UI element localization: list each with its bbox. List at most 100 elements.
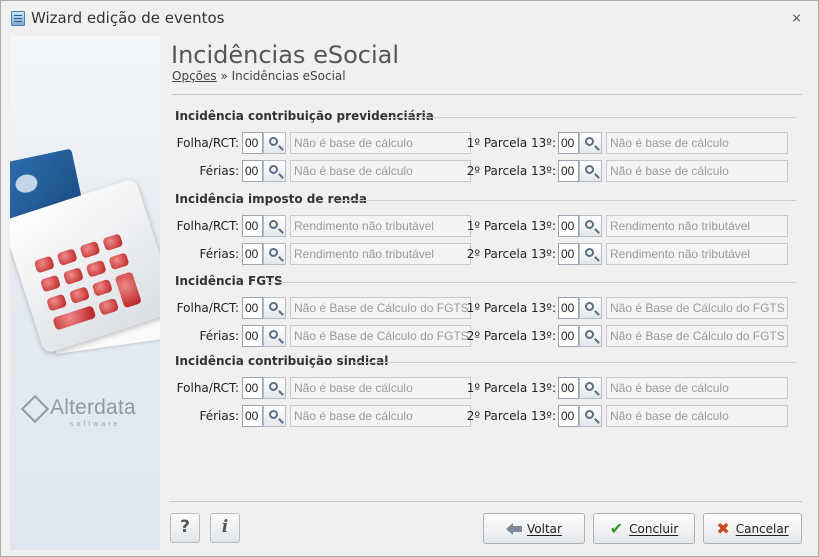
code-input[interactable]: 00 <box>558 297 579 319</box>
search-icon <box>269 410 278 419</box>
close-icon[interactable]: ⨯ <box>791 11 802 26</box>
search-button[interactable] <box>579 325 602 347</box>
search-icon <box>269 248 278 257</box>
alterdata-logo: Alterdata <box>22 396 136 420</box>
field-label: Férias: <box>199 329 239 343</box>
search-icon <box>269 165 278 174</box>
section-divider <box>336 200 796 201</box>
code-input[interactable]: 00 <box>242 377 263 399</box>
field-label: 2º Parcela 13º: <box>466 409 556 423</box>
alterdata-logo-icon <box>22 396 46 420</box>
info-icon: i <box>221 517 229 537</box>
section-title: Incidência contribuição sindical <box>175 354 389 368</box>
field-label: 2º Parcela 13º: <box>466 329 556 343</box>
field-label: Folha/RCT: <box>176 381 239 395</box>
description-field: Não é base de cálculo <box>290 377 471 399</box>
search-button[interactable] <box>263 405 286 427</box>
description-field: Rendimento não tributável <box>606 243 788 265</box>
description-field: Não é base de cálculo <box>606 132 788 154</box>
code-input[interactable]: 00 <box>242 297 263 319</box>
info-button[interactable]: i <box>210 513 240 543</box>
logo-subtitle: software <box>70 421 121 428</box>
field-label: Folha/RCT: <box>176 219 239 233</box>
breadcrumb-current: Incidências eSocial <box>231 69 346 83</box>
back-button[interactable]: Voltar <box>483 513 585 544</box>
section-title: Incidência imposto de renda <box>175 192 367 206</box>
field-label: Férias: <box>199 164 239 178</box>
field-label: 2º Parcela 13º: <box>466 164 556 178</box>
title-bar: Wizard edição de eventos ⨯ <box>1 1 818 35</box>
arrow-left-icon <box>506 522 523 535</box>
code-input[interactable]: 00 <box>242 215 263 237</box>
search-icon <box>269 330 278 339</box>
search-button[interactable] <box>263 297 286 319</box>
code-input[interactable]: 00 <box>242 160 263 182</box>
search-button[interactable] <box>579 297 602 319</box>
search-button[interactable] <box>263 132 286 154</box>
description-field: Não é Base de Cálculo do FGTS <box>290 325 471 347</box>
code-input[interactable]: 00 <box>558 243 579 265</box>
code-input[interactable]: 00 <box>558 405 579 427</box>
description-field: Não é base de cálculo <box>606 377 788 399</box>
finish-button[interactable]: ✔ Concluir <box>593 513 695 544</box>
search-icon <box>585 382 594 391</box>
cancel-button[interactable]: ✖ Cancelar <box>703 513 802 544</box>
search-button[interactable] <box>263 215 286 237</box>
description-field: Não é base de cálculo <box>606 405 788 427</box>
code-input[interactable]: 00 <box>242 243 263 265</box>
search-button[interactable] <box>263 160 286 182</box>
field-label: Folha/RCT: <box>176 136 239 150</box>
search-icon <box>585 330 594 339</box>
field-label: 1º Parcela 13º: <box>466 381 556 395</box>
code-input[interactable]: 00 <box>242 132 263 154</box>
search-button[interactable] <box>579 377 602 399</box>
code-input[interactable]: 00 <box>558 132 579 154</box>
search-button[interactable] <box>579 405 602 427</box>
search-icon <box>585 165 594 174</box>
section-title: Incidência contribuição previdenciária <box>175 109 434 123</box>
main-content: Incidências eSocial Opções » Incidências… <box>160 36 811 550</box>
section-divider <box>267 282 796 283</box>
help-icon: ? <box>180 517 190 537</box>
description-field: Não é base de cálculo <box>290 405 471 427</box>
search-button[interactable] <box>263 325 286 347</box>
field-label: 1º Parcela 13º: <box>466 301 556 315</box>
code-input[interactable]: 00 <box>242 325 263 347</box>
description-field: Não é Base de Cálculo do FGTS <box>606 297 788 319</box>
description-field: Rendimento não tributável <box>606 215 788 237</box>
search-icon <box>269 382 278 391</box>
footer-divider <box>169 501 802 502</box>
search-icon <box>269 137 278 146</box>
search-button[interactable] <box>263 243 286 265</box>
section-title: Incidência FGTS <box>175 274 283 288</box>
search-icon <box>269 220 278 229</box>
finish-button-label: Concluir <box>629 521 679 536</box>
code-input[interactable]: 00 <box>558 325 579 347</box>
description-field: Não é base de cálculo <box>606 160 788 182</box>
description-field: Rendimento não tributável <box>290 215 471 237</box>
search-button[interactable] <box>263 377 286 399</box>
x-icon: ✖ <box>716 519 730 538</box>
breadcrumb-link-opcoes[interactable]: Opções <box>172 69 217 83</box>
help-button[interactable]: ? <box>170 513 200 543</box>
search-icon <box>585 220 594 229</box>
search-button[interactable] <box>579 160 602 182</box>
field-label: 1º Parcela 13º: <box>466 219 556 233</box>
search-button[interactable] <box>579 215 602 237</box>
field-label: Férias: <box>199 409 239 423</box>
search-button[interactable] <box>579 132 602 154</box>
code-input[interactable]: 00 <box>558 377 579 399</box>
search-icon <box>585 302 594 311</box>
description-field: Não é base de cálculo <box>290 160 471 182</box>
field-label: Férias: <box>199 247 239 261</box>
check-icon: ✔ <box>609 519 624 538</box>
search-icon <box>585 410 594 419</box>
breadcrumb: Opções » Incidências eSocial <box>172 69 346 83</box>
code-input[interactable]: 00 <box>558 160 579 182</box>
field-label: 1º Parcela 13º: <box>466 136 556 150</box>
section-divider <box>385 117 796 118</box>
search-button[interactable] <box>579 243 602 265</box>
code-input[interactable]: 00 <box>242 405 263 427</box>
code-input[interactable]: 00 <box>558 215 579 237</box>
wizard-window: Wizard edição de eventos ⨯ Alterdata sof… <box>0 0 819 557</box>
